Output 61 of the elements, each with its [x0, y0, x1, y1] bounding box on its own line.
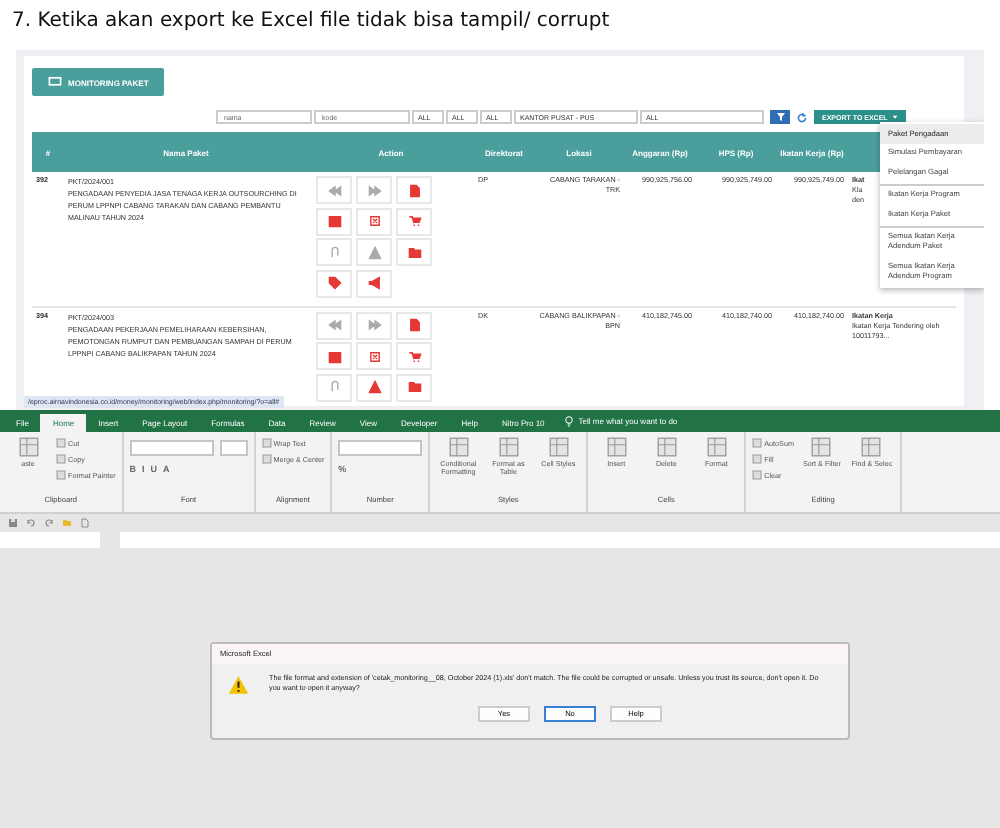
refresh-icon[interactable] [796, 111, 808, 123]
warning-icon [228, 674, 250, 696]
redo-icon[interactable] [44, 517, 54, 527]
document-icon [407, 183, 421, 197]
cancel-icon [367, 349, 381, 363]
action-button[interactable] [396, 342, 432, 370]
action-button[interactable] [356, 269, 392, 297]
action-button[interactable] [396, 238, 432, 266]
grid-icon [655, 436, 678, 458]
heading: 7. Ketika akan export ke Excel file tidak bisa tampil/ corrupt [10, 8, 612, 36]
grid-icon [547, 436, 570, 458]
action-button[interactable] [356, 373, 392, 401]
square-icon [56, 470, 66, 480]
square-icon [752, 470, 763, 480]
grid-icon [810, 436, 833, 458]
folder-icon [407, 245, 421, 259]
action-button[interactable] [316, 269, 352, 297]
document-icon [407, 318, 421, 332]
grid-icon [605, 436, 628, 458]
cart-icon [407, 349, 421, 363]
square-icon [56, 454, 66, 464]
folder-icon [407, 380, 421, 394]
lightbulb-icon [564, 415, 575, 427]
grid-icon [705, 436, 728, 458]
grid-icon [860, 436, 883, 458]
action-button[interactable] [396, 207, 432, 235]
rewind-icon [327, 183, 341, 197]
megaphone-icon [367, 276, 381, 290]
filter-icon [775, 112, 785, 122]
number-format-field[interactable] [338, 440, 423, 456]
filter-button[interactable] [770, 110, 790, 124]
undo-icon[interactable] [26, 517, 36, 527]
fast-forward-icon [367, 183, 381, 197]
square-icon [56, 438, 66, 448]
cart-icon [407, 214, 421, 228]
formula-field[interactable] [120, 532, 1000, 548]
font-size-field[interactable] [219, 440, 248, 456]
save-icon[interactable] [8, 517, 18, 527]
monitor-icon [48, 76, 62, 88]
warning-icon [367, 245, 381, 259]
square-icon [261, 454, 272, 464]
action-button[interactable] [356, 342, 392, 370]
action-button[interactable] [316, 342, 352, 370]
grid-icon [17, 436, 39, 458]
document-icon[interactable] [80, 517, 90, 527]
square-icon [261, 438, 272, 448]
action-button[interactable] [396, 373, 432, 401]
cancel-icon [367, 214, 381, 228]
fast-forward-icon [367, 318, 381, 332]
font-name-field[interactable] [129, 440, 214, 456]
grid-icon [447, 436, 470, 458]
action-button[interactable] [396, 311, 432, 339]
action-button[interactable] [356, 207, 392, 235]
square-icon [752, 438, 763, 448]
grid-icon [497, 436, 520, 458]
warning-icon [367, 380, 381, 394]
square-icon [752, 454, 763, 464]
tag-icon [327, 276, 341, 290]
action-button[interactable] [316, 207, 352, 235]
action-button[interactable] [396, 176, 432, 204]
rewind-icon [327, 318, 341, 332]
